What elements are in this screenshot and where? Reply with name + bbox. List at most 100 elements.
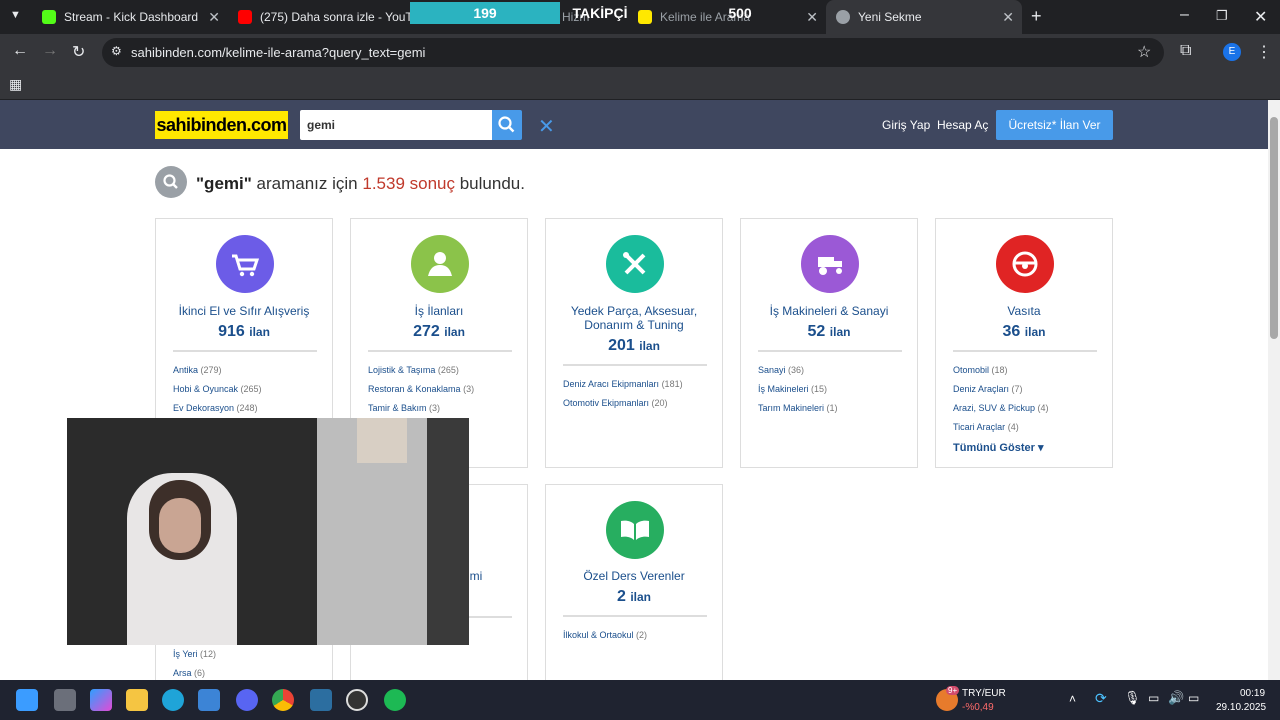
back-icon[interactable]: ← xyxy=(12,42,28,60)
category-card-ozel-ders[interactable]: Özel Ders Verenler 2 ilan İlkokul & Orta… xyxy=(545,484,723,684)
follower-label: TAKİPÇİ xyxy=(572,5,628,21)
subcategory-link[interactable]: Antika (279) xyxy=(173,365,222,375)
tab-kick[interactable]: Stream - Kick Dashboard ✕ xyxy=(32,0,228,34)
subcategory-link[interactable]: Otomotiv Ekipmanları (20) xyxy=(563,398,668,408)
close-icon[interactable]: ✕ xyxy=(806,9,818,26)
tab-strip: ▼ Stream - Kick Dashboard ✕ (275) Daha s… xyxy=(0,0,1280,34)
category-name[interactable]: İş İlanları xyxy=(351,304,527,318)
subcategory-link[interactable]: İş Yeri (12) xyxy=(173,649,216,659)
category-name[interactable]: İkinci El ve Sıfır Alışveriş xyxy=(156,304,332,318)
url-text: sahibinden.com/kelime-ile-arama?query_te… xyxy=(131,45,426,60)
kick-icon xyxy=(42,10,56,24)
subcategory-link[interactable]: Arazi, SUV & Pickup (4) xyxy=(953,403,1049,413)
category-card-vasita[interactable]: Vasıta 36 ilan Otomobil (18) Deniz Araçl… xyxy=(935,218,1113,468)
volume-icon[interactable]: 🔊 xyxy=(1168,690,1184,706)
clock-time[interactable]: 00:19 xyxy=(1240,688,1265,699)
extensions-icon[interactable]: ⧉ xyxy=(1180,42,1191,60)
tab-new[interactable]: Yeni Sekme ✕ xyxy=(826,0,1022,34)
window-close-icon[interactable]: ✕ xyxy=(1254,7,1267,27)
subcategory-link[interactable]: Deniz Aracı Ekipmanları (181) xyxy=(563,379,683,389)
search-field[interactable] xyxy=(300,110,492,140)
register-link[interactable]: Hesap Aç xyxy=(937,118,988,132)
subcategory-link[interactable]: Sanayi (36) xyxy=(758,365,804,375)
menu-icon[interactable]: ⋮ xyxy=(1256,42,1272,62)
subcategory-link[interactable]: İlkokul & Ortaokul (2) xyxy=(563,630,647,640)
caret-down-icon: ▾ xyxy=(1037,442,1044,454)
result-middle: aramanız için xyxy=(251,174,363,193)
store-icon[interactable] xyxy=(198,689,220,711)
tab-title: Yeni Sekme xyxy=(858,10,922,24)
currency-pair[interactable]: TRY/EUR xyxy=(962,688,1006,699)
task-view-icon[interactable] xyxy=(54,689,76,711)
category-name[interactable]: İş Makineleri & Sanayi xyxy=(741,304,917,318)
category-name[interactable]: Vasıta xyxy=(936,304,1112,318)
post-ad-button[interactable]: Ücretsiz* İlan Ver xyxy=(996,110,1113,140)
scrollbar-thumb[interactable] xyxy=(1270,117,1278,339)
subcategory-link[interactable]: Hobi & Oyuncak (265) xyxy=(173,384,262,394)
result-query: "gemi" xyxy=(196,174,252,193)
search-button[interactable] xyxy=(492,110,522,140)
network-icon[interactable]: ▭ xyxy=(1148,691,1159,705)
tray-overflow-icon[interactable]: ˄ xyxy=(1069,692,1076,706)
tools-icon xyxy=(606,235,664,293)
webcam-face xyxy=(159,498,201,553)
search-input[interactable] xyxy=(300,110,492,140)
category-card-is-makineleri[interactable]: İş Makineleri & Sanayi 52 ilan Sanayi (3… xyxy=(740,218,918,468)
login-link[interactable]: Giriş Yap xyxy=(882,118,930,132)
windows-start-icon[interactable] xyxy=(16,689,38,711)
webcam-poster xyxy=(357,418,407,463)
obs-icon[interactable] xyxy=(346,689,368,711)
profile-avatar[interactable]: E xyxy=(1223,43,1241,61)
minimize-icon[interactable]: – xyxy=(1180,6,1189,24)
tab-search-icon[interactable]: ▼ xyxy=(10,9,21,21)
site-info-icon[interactable]: ⚙ xyxy=(111,44,122,58)
kodi-icon[interactable] xyxy=(310,689,332,711)
subcategory-link[interactable]: Tamir & Bakım (3) xyxy=(368,403,440,413)
show-all-link[interactable]: Tümünü Göster ▾ xyxy=(953,441,1043,454)
file-explorer-icon[interactable] xyxy=(126,689,148,711)
subcategory-link[interactable]: Arsa (6) xyxy=(173,668,205,678)
subcategory-link[interactable]: Deniz Araçları (7) xyxy=(953,384,1023,394)
book-icon xyxy=(606,501,664,559)
subcategory-link[interactable]: Ticari Araçlar (4) xyxy=(953,422,1019,432)
close-icon[interactable]: ✕ xyxy=(1002,9,1014,26)
tab-youtube[interactable]: (275) Daha sonra izle - YouTube xyxy=(228,0,424,34)
subcategory-link[interactable]: İş Makineleri (15) xyxy=(758,384,827,394)
discord-icon[interactable] xyxy=(236,689,258,711)
address-bar[interactable]: ⚙ sahibinden.com/kelime-ile-arama?query_… xyxy=(102,38,1164,67)
microphone-icon[interactable]: 🎙 xyxy=(1124,690,1141,706)
category-count: 36 ilan xyxy=(1002,323,1046,340)
webcam-overlay xyxy=(67,418,469,645)
spotify-icon[interactable] xyxy=(384,689,406,711)
search-icon xyxy=(498,116,515,133)
subcategory-link[interactable]: Ev Dekorasyon (248) xyxy=(173,403,258,413)
forward-icon[interactable]: → xyxy=(42,42,58,60)
edge-icon[interactable] xyxy=(162,689,184,711)
chrome-taskbar-icon[interactable] xyxy=(272,689,294,711)
category-count: 52 ilan xyxy=(807,323,851,340)
sync-icon[interactable]: ⟳ xyxy=(1095,690,1107,707)
battery-icon[interactable]: ▭ xyxy=(1188,691,1199,705)
subcategory-link[interactable]: Lojistik & Taşıma (265) xyxy=(368,365,459,375)
site-logo[interactable]: sahibinden.com xyxy=(155,111,288,139)
reload-icon[interactable]: ↻ xyxy=(72,42,85,62)
clear-search-icon[interactable]: ✕ xyxy=(538,114,555,139)
steering-wheel-icon xyxy=(996,235,1054,293)
bookmark-star-icon[interactable]: ☆ xyxy=(1137,42,1151,62)
subcategory-link[interactable]: Restoran & Konaklama (3) xyxy=(368,384,474,394)
divider xyxy=(563,364,707,366)
divider xyxy=(953,350,1097,352)
category-name[interactable]: Yedek Parça, Aksesuar, Donanım & Tuning xyxy=(546,304,722,332)
category-name[interactable]: Özel Ders Verenler xyxy=(546,569,722,583)
copilot-icon[interactable] xyxy=(90,689,112,711)
new-tab-icon[interactable]: + xyxy=(1031,6,1042,27)
result-summary: "gemi" aramanız için 1.539 sonuç bulundu… xyxy=(196,174,525,194)
subcategory-link[interactable]: Otomobil (18) xyxy=(953,365,1008,375)
close-icon[interactable]: ✕ xyxy=(208,9,220,26)
subcategory-link[interactable]: Tarım Makineleri (1) xyxy=(758,403,838,413)
tab-title: (275) Daha sonra izle - YouTube xyxy=(260,10,424,24)
clock-date[interactable]: 29.10.2025 xyxy=(1216,702,1266,713)
category-card-yedek-parca[interactable]: Yedek Parça, Aksesuar, Donanım & Tuning 2… xyxy=(545,218,723,468)
maximize-icon[interactable]: ❐ xyxy=(1216,8,1228,24)
apps-grid-icon[interactable]: ▦ xyxy=(9,76,22,93)
